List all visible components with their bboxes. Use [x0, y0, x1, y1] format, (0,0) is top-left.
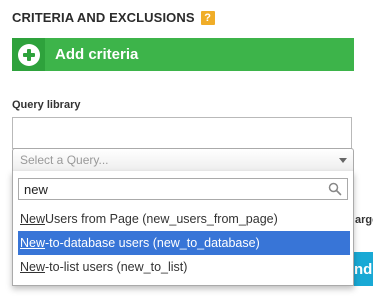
partial-label-behind-dropdown: arge [355, 214, 373, 226]
search-icon [328, 182, 342, 196]
dropdown-search-value: new [24, 181, 48, 197]
option-match-text: New [20, 212, 46, 226]
option-rest-text: Users from Page (new_users_from_page) [45, 212, 278, 226]
dropdown-results-list: New Users from Page (new_users_from_page… [18, 207, 350, 279]
query-select-placeholder: Select a Query... [20, 153, 109, 167]
add-criteria-button[interactable]: Add criteria [12, 38, 354, 71]
query-library-label: Query library [12, 99, 81, 111]
option-rest-text: -to-list users (new_to_list) [45, 260, 188, 274]
query-dropdown: new New Users from Page (new_users_from_… [12, 171, 354, 286]
chevron-down-icon [339, 158, 347, 163]
section-title-text: CRITERIA AND EXCLUSIONS [12, 10, 195, 25]
help-icon[interactable]: ? [200, 10, 215, 25]
dropdown-option-new-to-list[interactable]: New -to-list users (new_to_list) [18, 255, 350, 279]
option-rest-text: -to-database users (new_to_database) [45, 236, 260, 250]
dropdown-option-new-users-from-page[interactable]: New Users from Page (new_users_from_page… [18, 207, 350, 231]
add-icon-container [12, 38, 45, 71]
option-match-text: New [20, 260, 46, 274]
partial-button-label: nd s [354, 260, 373, 278]
query-library-text-field[interactable] [12, 117, 352, 149]
plus-circle-icon [17, 43, 40, 66]
section-title: CRITERIA AND EXCLUSIONS ? [12, 10, 215, 25]
option-match-text: New [20, 236, 46, 250]
query-select[interactable]: Select a Query... [12, 148, 354, 172]
dropdown-search-input[interactable]: new [18, 178, 348, 200]
add-criteria-label: Add criteria [55, 46, 139, 63]
dropdown-option-new-to-database[interactable]: New -to-database users (new_to_database) [18, 231, 350, 255]
